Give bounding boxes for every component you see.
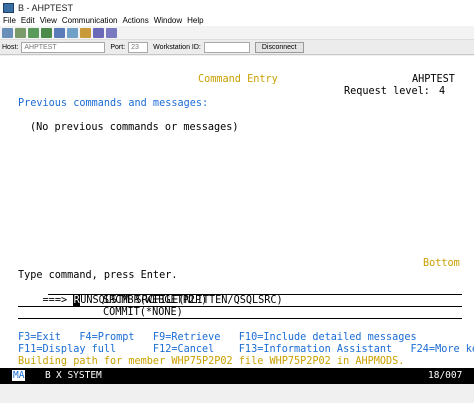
terminal-app-icon [3, 2, 14, 13]
macro-icon[interactable] [93, 27, 104, 38]
no-previous-message: (No previous commands or messages) [30, 122, 239, 133]
menu-help[interactable]: Help [187, 16, 203, 25]
disconnect-button[interactable]: Disconnect [254, 41, 304, 53]
menu-communication[interactable]: Communication [62, 16, 118, 25]
workstation-label: Workstation ID: [153, 43, 201, 51]
screen-title: Command Entry [198, 74, 278, 85]
bottom-indicator: Bottom [423, 258, 460, 269]
operator-info-area: MA B X SYSTEM 18/007 [0, 368, 474, 384]
function-keys-row-2: F11=Display full F12=Cancel F13=Informat… [18, 344, 474, 355]
menu-view[interactable]: View [40, 16, 57, 25]
menu-actions[interactable]: Actions [122, 16, 148, 25]
system-name: AHPTEST [412, 74, 455, 85]
ma-indicator: MA [12, 370, 26, 381]
receive-file-icon[interactable] [41, 27, 52, 38]
help-icon[interactable] [106, 27, 117, 38]
cursor-position: 18/007 [428, 370, 463, 381]
keyboard-icon[interactable] [80, 27, 91, 38]
request-level-value: 4 [439, 86, 446, 97]
port-label: Port: [110, 43, 126, 51]
port-field[interactable]: 23 [128, 41, 149, 53]
request-level-label: Request level: [344, 86, 430, 97]
system-status: X SYSTEM [56, 370, 102, 381]
title-bar: B - AHPTEST [0, 0, 474, 15]
input-underline-2 [18, 306, 462, 307]
previous-commands-label: Previous commands and messages: [18, 98, 209, 109]
copy-icon[interactable] [2, 27, 13, 38]
workstation-field[interactable] [203, 41, 250, 53]
host-field[interactable]: AHPTEST [21, 41, 106, 53]
display-icon[interactable] [67, 27, 78, 38]
window-bottom [0, 384, 474, 403]
menu-bar: File Edit View Communication Actions Win… [0, 15, 474, 26]
paste-icon[interactable] [15, 27, 26, 38]
menu-edit[interactable]: Edit [21, 16, 35, 25]
menu-file[interactable]: File [3, 16, 16, 25]
status-message: Building path for member WHP75P2P02 file… [18, 356, 405, 367]
type-command-label: Type command, press Enter. [18, 270, 178, 281]
connection-bar: Host: AHPTEST Port: 23 Workstation ID: D… [0, 40, 474, 55]
host-label: Host: [2, 43, 19, 51]
toolbar [0, 26, 474, 40]
window-title: B - AHPTEST [18, 2, 74, 13]
input-underline-3 [18, 318, 462, 319]
menu-window[interactable]: Window [154, 16, 182, 25]
send-file-icon[interactable] [28, 27, 39, 38]
prompt-arrow: ===> [42, 295, 68, 306]
session-indicator: B [45, 370, 51, 381]
function-keys-row-1: F3=Exit F4=Prompt F9=Retrieve F10=Includ… [18, 332, 417, 343]
print-icon[interactable] [54, 27, 65, 38]
terminal-screen[interactable]: Command Entry AHPTEST Request level: 4 P… [0, 56, 474, 386]
